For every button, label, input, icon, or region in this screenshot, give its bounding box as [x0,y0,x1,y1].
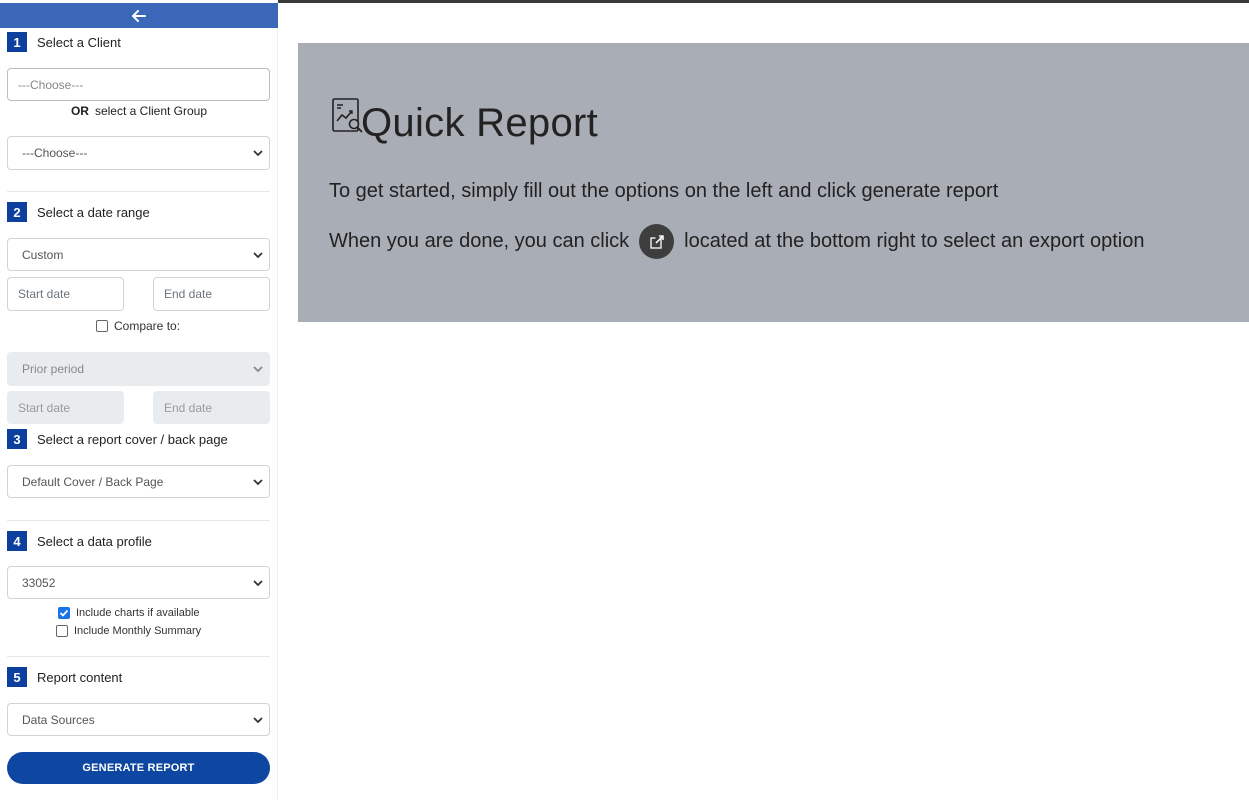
chevron-down-icon [253,716,263,723]
report-cover-select[interactable]: Default Cover / Back Page [7,465,270,498]
compare-start-date-input: Start date [7,391,124,424]
step-label: Select a report cover / back page [37,431,228,447]
include-monthly-summary-checkbox[interactable]: Include Monthly Summary [56,625,201,637]
step-data-profile: 4 Select a data profile [7,531,152,551]
step-number: 2 [7,202,27,222]
checkbox-box[interactable] [58,607,70,619]
report-chart-icon [332,98,363,133]
include-charts-label: Include charts if available [76,607,200,619]
end-date-placeholder: End date [164,287,213,301]
instructions-line-2-start: When you are done, you can click [329,230,630,252]
compare-end-date-input: End date [153,391,270,424]
arrow-left-icon [132,9,146,22]
step-report-cover: 3 Select a report cover / back page [7,429,228,449]
client-group-select[interactable]: ---Choose--- [7,136,270,170]
export-icon [639,224,675,259]
step-label: Select a data profile [37,533,152,549]
step-number: 1 [7,32,27,52]
client-group-label: select a Client Group [94,104,208,118]
report-options-sidebar: 1 Select a Client ---Choose--- OR select … [0,0,278,800]
data-profile-select[interactable]: 33052 [7,566,270,599]
or-client-group-label: OR select a Client Group [0,104,278,118]
report-content-select[interactable]: Data Sources [7,703,270,736]
compare-end-placeholder: End date [164,400,213,415]
collapse-sidebar-button[interactable] [0,3,278,28]
step-number: 4 [7,531,27,551]
step-number: 3 [7,429,27,449]
report-content-value: Data Sources [22,712,95,727]
step-report-content: 5 Report content [7,667,122,687]
step-label: Select a Client [37,34,121,50]
client-group-value: ---Choose--- [22,146,88,160]
generate-report-button[interactable]: GENERATE REPORT [7,752,270,784]
checkmark-icon [59,609,69,617]
report-cover-value: Default Cover / Back Page [22,474,164,489]
instructions-line-1: To get started, simply fill out the opti… [329,180,999,202]
step-label: Select a date range [37,204,150,220]
checkbox-box[interactable] [96,320,108,332]
step-date-range: 2 Select a date range [7,202,150,222]
start-date-placeholder: Start date [18,287,71,301]
chevron-down-icon [253,579,263,586]
compare-to-checkbox[interactable]: Compare to: [96,319,180,333]
start-date-input[interactable]: Start date [7,277,124,311]
divider [7,520,270,521]
chevron-down-icon [253,366,263,373]
date-range-value: Custom [22,247,64,262]
include-monthly-label: Include Monthly Summary [74,625,202,637]
compare-period-select: Prior period [7,352,270,386]
chevron-down-icon [253,251,263,258]
chevron-down-icon [253,150,263,157]
client-placeholder: ---Choose--- [18,77,84,92]
compare-period-value: Prior period [22,362,85,376]
end-date-input[interactable]: End date [153,277,270,311]
compare-to-label: Compare to: [114,319,181,333]
divider [7,656,270,657]
instructions-line-2-end: located at the bottom right to select an… [684,230,1145,252]
include-charts-checkbox[interactable]: Include charts if available [58,607,200,619]
step-number: 5 [7,667,27,687]
step-label: Report content [37,669,123,685]
compare-start-placeholder: Start date [18,400,71,415]
divider [7,191,270,192]
page-title: Quick Report [331,96,598,146]
instructions-line-2: When you are done, you can click located… [329,224,1144,259]
page-title-text: Quick Report [361,101,599,145]
or-label: OR [70,104,89,118]
client-search-input[interactable]: ---Choose--- [7,68,270,101]
step-select-client: 1 Select a Client [7,32,121,52]
checkbox-box[interactable] [56,625,68,637]
chevron-down-icon [253,478,263,485]
date-range-select[interactable]: Custom [7,238,270,271]
data-profile-value: 33052 [22,575,56,590]
